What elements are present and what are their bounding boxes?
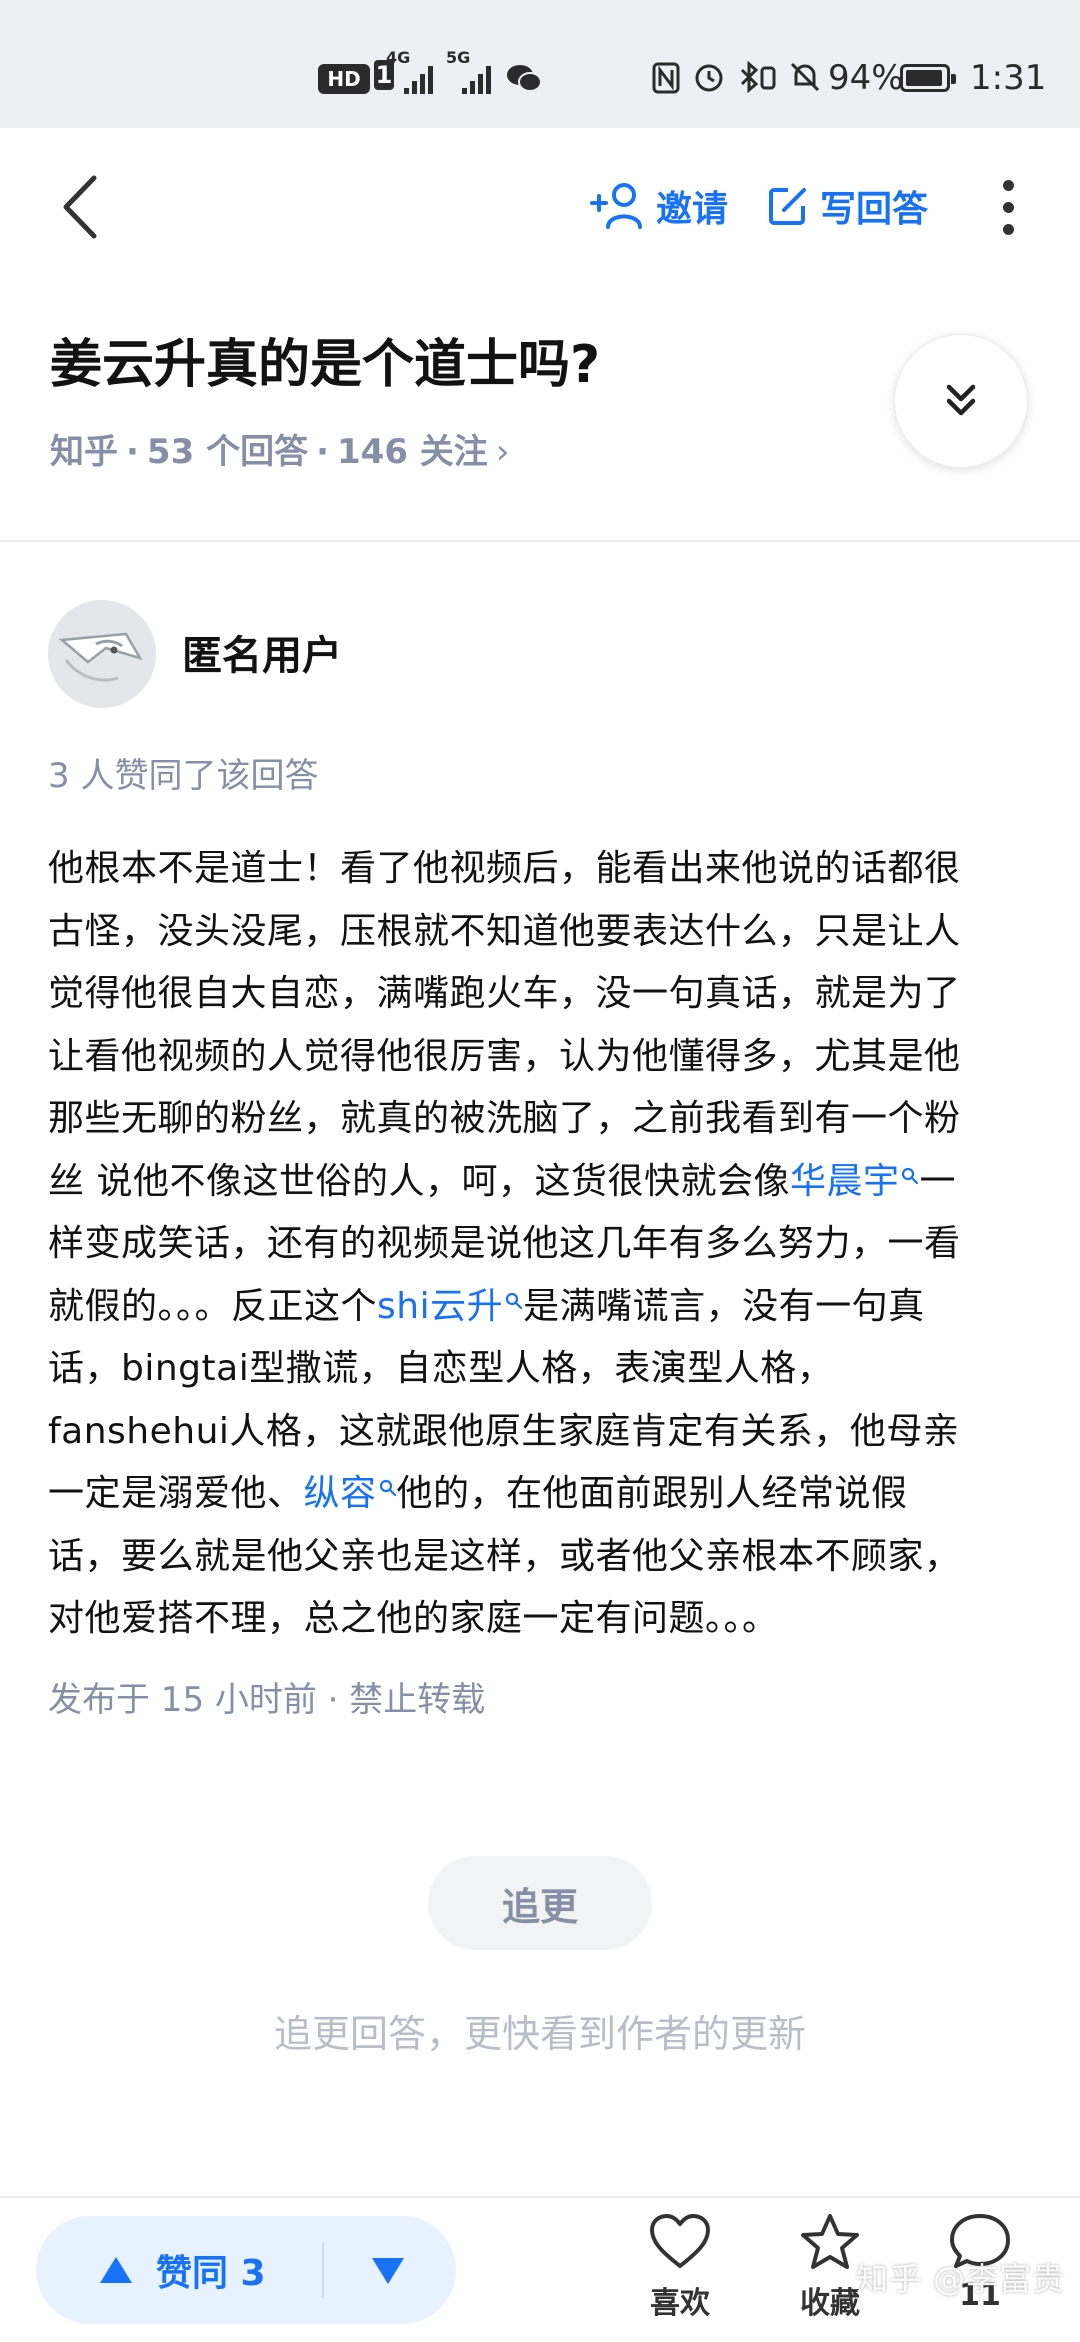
anonymous-avatar-icon (48, 600, 156, 708)
upvote-button[interactable]: 赞同 3 (98, 2216, 266, 2324)
more-options-icon[interactable] (996, 180, 1020, 240)
answer-text: 那些无聊的粉丝，就真的被洗脑了，之前我看到有一个粉 (48, 1098, 961, 1139)
answer-text: 就假的。。。反正这个 (48, 1285, 378, 1327)
answer-text: 话，要么就是他父亲也是这样，或者他父亲根本不顾家， (48, 1535, 961, 1577)
answer-line: 觉得他很自大自恋，满嘴跑火车，没一句真话，就是为了 (48, 963, 1032, 1026)
battery-percent: 94% (828, 58, 904, 98)
answer-text: 他的，在他面前跟别人经常说假 (396, 1473, 908, 1514)
answer-line: 就假的。。。反正这个shi云升 是满嘴谎言，没有一句真 (48, 1276, 1032, 1339)
section-divider (0, 540, 1080, 542)
chevron-right-icon: › (495, 432, 510, 472)
question-meta[interactable]: 知乎 · 53 个回答 · 146 关注 › (50, 428, 509, 476)
answer-line: 样变成笑话，还有的视频是说他这几年有多么努力，一看 (48, 1213, 1032, 1276)
bluetooth-icon (740, 60, 776, 94)
like-label: 喜欢 (650, 2286, 710, 2321)
avatar[interactable] (48, 600, 156, 708)
signal-bars-icon (462, 66, 491, 94)
upvote-label: 赞同 3 (156, 2253, 266, 2294)
keyword-search-link[interactable]: 纵容 (304, 1473, 397, 1514)
meta-separator: · (126, 432, 139, 472)
answer-content: 他根本不是道士！看了他视频后，能看出来他说的话都很 古怪，没头没尾，压根就不知道他… (48, 838, 1032, 1651)
keyword-text: 华晨宇 (789, 1160, 900, 1202)
write-answer-button[interactable]: 写回答 (766, 180, 928, 232)
clock: 1:31 (970, 58, 1047, 98)
answer-line: 丝 说他不像这世俗的人，呵，这货很快就会像华晨宇一 (48, 1151, 1032, 1214)
answer-line: 他根本不是道士！看了他视频后，能看出来他说的话都很 (48, 838, 1032, 901)
answer-text: 让看他视频的人觉得他很厉害，认为他懂得多，尤其是他 (48, 1035, 961, 1077)
nfc-icon (652, 62, 680, 94)
follow-updates-button[interactable]: 追更 (428, 1856, 652, 1950)
answer-text: 他根本不是道士！看了他视频后，能看出来他说的话都很 (48, 848, 961, 889)
answer-text: 古怪，没头没尾，压根就不知道他要表达什么，只是让人 (48, 910, 961, 952)
answer-line: 让看他视频的人觉得他很厉害，认为他懂得多，尤其是他 (48, 1026, 1032, 1089)
keyword-search-link[interactable]: shi云升 (377, 1286, 523, 1327)
top-nav: 邀请 写回答 (0, 128, 1080, 288)
answer-text: 样变成笑话，还有的视频是说他这几年有多么努力，一看 (48, 1223, 961, 1264)
publish-info: 发布于 15 小时前 · 禁止转载 (48, 1680, 486, 1720)
meta-separator: · (316, 432, 329, 472)
meta-source: 知乎 (50, 432, 118, 472)
answer-text: 丝 说他不像这世俗的人，呵，这货很快就会像 (48, 1160, 790, 1202)
bottom-action-bar: 赞同 3 喜欢 收藏 11 知乎 @李富贵 (0, 2196, 1080, 2342)
watermark: 知乎 @李富贵 (856, 2260, 1066, 2298)
answer-line: 那些无聊的粉丝，就真的被洗脑了，之前我看到有一个粉 (48, 1088, 1032, 1151)
downvote-button[interactable] (368, 2250, 408, 2290)
answer-line: 话，要么就是他父亲也是这样，或者他父亲根本不顾家， (48, 1526, 1032, 1589)
search-icon (379, 1479, 396, 1497)
answer-line: 对他爱搭不理，总之他的家庭一定有问题。。。 (48, 1588, 1032, 1651)
answer-text: 觉得他很自大自恋，满嘴跑火车，没一句真话，就是为了 (48, 973, 961, 1014)
answer-text: 对他爱搭不理，总之他的家庭一定有问题。。。 (48, 1598, 779, 1639)
vote-divider (322, 2242, 324, 2298)
status-bar: HD 1 4G 5G 94% 1:31 (0, 0, 1080, 128)
answer-text: 一定是溺爱他、 (48, 1473, 304, 1514)
search-icon (505, 1292, 523, 1309)
heart-icon (650, 2214, 710, 2268)
follow-updates-hint: 追更回答，更快看到作者的更新 (273, 2012, 806, 2056)
answer-text: fanshehui人格，这就跟他原生家庭肯定有关系，他母亲 (48, 1410, 960, 1452)
meta-answer-count: 53 个回答 (146, 432, 309, 472)
back-arrow-icon[interactable] (56, 172, 106, 242)
alarm-icon (695, 64, 723, 92)
answer-line: 一定是溺爱他、纵容 他的，在他面前跟别人经常说假 (48, 1463, 1032, 1526)
answer-line: 古怪，没头没尾，压根就不知道他要表达什么，只是让人 (48, 901, 1032, 964)
author-name[interactable]: 匿名用户 (182, 630, 342, 682)
keyword-text: 纵容 (303, 1473, 377, 1514)
hd-badge: HD (318, 64, 370, 94)
expand-question-button[interactable] (894, 334, 1028, 468)
question-title[interactable]: 姜云升真的是个道士吗? (50, 330, 600, 400)
wechat-icon (507, 65, 542, 92)
answer-text: 是满嘴谎言，没有一句真 (523, 1285, 925, 1327)
vote-pill: 赞同 3 (36, 2216, 456, 2324)
meta-follow-count: 146 关注 (337, 432, 488, 472)
answer-text: 话，bingtai型撒谎，自恋型人格，表演型人格， (48, 1348, 834, 1389)
invite-button[interactable]: 邀请 (588, 180, 728, 232)
battery-icon (900, 64, 956, 92)
invite-label: 邀请 (656, 189, 729, 230)
keyword-text: shi云升 (377, 1285, 504, 1327)
write-answer-label: 写回答 (820, 189, 929, 230)
answer-line: 话，bingtai型撒谎，自恋型人格，表演型人格， (48, 1338, 1032, 1401)
signal-bars-icon (404, 66, 433, 94)
search-icon (902, 1167, 919, 1184)
like-button[interactable]: 喜欢 (630, 2212, 730, 2322)
add-user-icon (590, 183, 642, 229)
agree-count-text: 3 人赞同了该回答 (48, 756, 319, 796)
star-icon (801, 2214, 859, 2269)
answer-text: 一 (919, 1160, 956, 1202)
triangle-up-icon (100, 2257, 132, 2283)
mute-icon (790, 62, 820, 92)
edit-icon (769, 188, 806, 225)
keyword-search-link[interactable]: 华晨宇 (790, 1161, 920, 1202)
double-chevron-down-icon (946, 384, 976, 416)
answer-line: fanshehui人格，这就跟他原生家庭肯定有关系，他母亲 (48, 1401, 1032, 1464)
